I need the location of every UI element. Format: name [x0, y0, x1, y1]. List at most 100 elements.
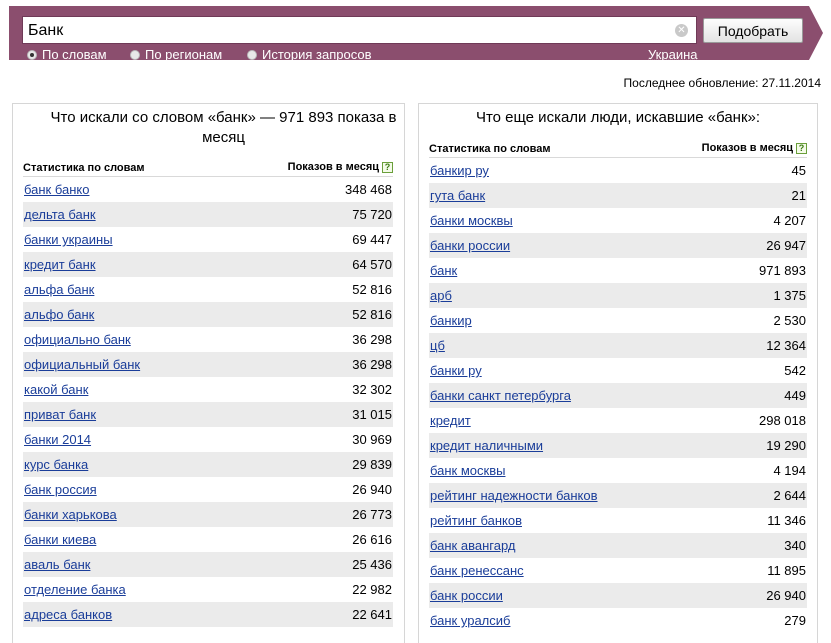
table-row: банк россии 26 940	[429, 583, 807, 608]
keyword-link[interactable]: банк уралсиб	[430, 613, 510, 628]
search-input[interactable]	[28, 20, 668, 42]
header-arrow	[809, 6, 823, 60]
clear-icon[interactable]: ✕	[675, 24, 688, 37]
keyword-link[interactable]: банки ру	[430, 363, 482, 378]
table-row: банкир ру 45	[429, 158, 807, 183]
impressions-count: 25 436	[352, 557, 392, 572]
submit-button[interactable]: Подобрать	[703, 18, 803, 43]
radio-icon[interactable]	[130, 50, 140, 60]
keyword-link[interactable]: рейтинг банков	[430, 513, 522, 528]
keyword-link[interactable]: банки санкт петербурга	[430, 388, 571, 403]
table-row: банки 2014 30 969	[23, 427, 393, 452]
related-queries-panel: Что еще искали люди, искавшие «банк»: Ст…	[418, 103, 818, 643]
table-row: банк авангард 340	[429, 533, 807, 558]
table-row: банки москвы 4 207	[429, 208, 807, 233]
mode-label: По словам	[42, 47, 107, 62]
impressions-count: 348 468	[345, 182, 392, 197]
table-row: банк ренессанс 11 895	[429, 558, 807, 583]
impressions-count: 31 015	[352, 407, 392, 422]
keyword-link[interactable]: альфо банк	[24, 307, 94, 322]
keyword-link[interactable]: банк россии	[430, 588, 503, 603]
mode-by-regions[interactable]: По регионам	[130, 47, 222, 62]
keyword-link[interactable]: банки 2014	[24, 432, 91, 447]
keyword-link[interactable]: банки украины	[24, 232, 113, 247]
search-header-bar: ✕ Подобрать По словам По регионам Истори…	[9, 6, 809, 62]
keyword-link[interactable]: альфа банк	[24, 282, 94, 297]
impressions-count: 26 940	[766, 588, 806, 603]
keyword-link[interactable]: какой банк	[24, 382, 88, 397]
keyword-link[interactable]: банк банко	[24, 182, 89, 197]
keyword-link[interactable]: банк россия	[24, 482, 97, 497]
impressions-count: 52 816	[352, 282, 392, 297]
table-row: банк москвы 4 194	[429, 458, 807, 483]
keyword-link[interactable]: кредит банк	[24, 257, 96, 272]
table-row: какой банк 32 302	[23, 377, 393, 402]
keyword-table: Статистика по словам Показов в месяц? ба…	[23, 158, 393, 627]
impressions-count: 298 018	[759, 413, 806, 428]
impressions-count: 22 641	[352, 607, 392, 622]
keyword-link[interactable]: банки киева	[24, 532, 96, 547]
keyword-link[interactable]: кредит	[430, 413, 471, 428]
impressions-count: 4 194	[773, 463, 806, 478]
table-row: цб 12 364	[429, 333, 807, 358]
keyword-link[interactable]: отделение банка	[24, 582, 126, 597]
keyword-link[interactable]: аваль банк	[24, 557, 90, 572]
keyword-link[interactable]: кредит наличными	[430, 438, 543, 453]
keyword-link[interactable]: арб	[430, 288, 452, 303]
mode-history[interactable]: История запросов	[247, 47, 372, 62]
radio-icon[interactable]	[247, 50, 257, 60]
keyword-link[interactable]: официально банк	[24, 332, 131, 347]
keyword-link[interactable]: приват банк	[24, 407, 96, 422]
table-row: банки киева 26 616	[23, 527, 393, 552]
help-icon[interactable]: ?	[382, 162, 393, 173]
impressions-count: 52 816	[352, 307, 392, 322]
table-row: кредит банк 64 570	[23, 252, 393, 277]
keyword-link[interactable]: адреса банков	[24, 607, 112, 622]
table-row: банки россии 26 947	[429, 233, 807, 258]
table-row: приват банк 31 015	[23, 402, 393, 427]
keyword-link[interactable]: банкир	[430, 313, 472, 328]
impressions-count: 971 893	[759, 263, 806, 278]
column-header-count: Показов в месяц?	[702, 142, 807, 154]
table-row: банк банко 348 468	[23, 177, 393, 202]
keyword-link[interactable]: банкир ру	[430, 163, 489, 178]
impressions-count: 22 982	[352, 582, 392, 597]
keyword-link[interactable]: официальный банк	[24, 357, 140, 372]
impressions-count: 26 616	[352, 532, 392, 547]
keyword-link[interactable]: банк ренессанс	[430, 563, 524, 578]
keyword-link[interactable]: рейтинг надежности банков	[430, 488, 598, 503]
keyword-link[interactable]: цб	[430, 338, 445, 353]
keyword-link[interactable]: банк	[430, 263, 457, 278]
search-field: ✕	[22, 16, 697, 44]
keyword-link[interactable]: банки россии	[430, 238, 510, 253]
impressions-count: 449	[784, 388, 806, 403]
radio-checked-icon[interactable]	[27, 50, 37, 60]
region-link[interactable]: Украина	[648, 47, 698, 62]
panel-title: Что искали со словом «банк» — 971 893 по…	[50, 109, 397, 146]
panel-title: Что еще искали люди, искавшие «банк»:	[475, 109, 761, 126]
keyword-link[interactable]: гута банк	[430, 188, 485, 203]
impressions-count: 21	[791, 188, 806, 203]
column-header-count-label: Показов в месяц	[701, 142, 793, 154]
impressions-count: 12 364	[766, 338, 806, 353]
impressions-count: 4 207	[773, 213, 806, 228]
table-row: банк россия 26 940	[23, 477, 393, 502]
impressions-count: 26 773	[352, 507, 392, 522]
help-icon[interactable]: ?	[796, 143, 807, 154]
table-row: арб 1 375	[429, 283, 807, 308]
impressions-count: 36 298	[352, 332, 392, 347]
impressions-count: 1 375	[773, 288, 806, 303]
keyword-link[interactable]: банк авангард	[430, 538, 515, 553]
table-row: банки ру 542	[429, 358, 807, 383]
keyword-link[interactable]: банки харькова	[24, 507, 117, 522]
keyword-link[interactable]: курс банка	[24, 457, 88, 472]
table-row: рейтинг банков 11 346	[429, 508, 807, 533]
column-header-count: Показов в месяц?	[288, 161, 393, 173]
table-row: банки харькова 26 773	[23, 502, 393, 527]
impressions-count: 64 570	[352, 257, 392, 272]
mode-by-words[interactable]: По словам	[27, 47, 107, 62]
keyword-link[interactable]: банки москвы	[430, 213, 513, 228]
table-row: альфа банк 52 816	[23, 277, 393, 302]
keyword-link[interactable]: дельта банк	[24, 207, 96, 222]
keyword-link[interactable]: банк москвы	[430, 463, 505, 478]
